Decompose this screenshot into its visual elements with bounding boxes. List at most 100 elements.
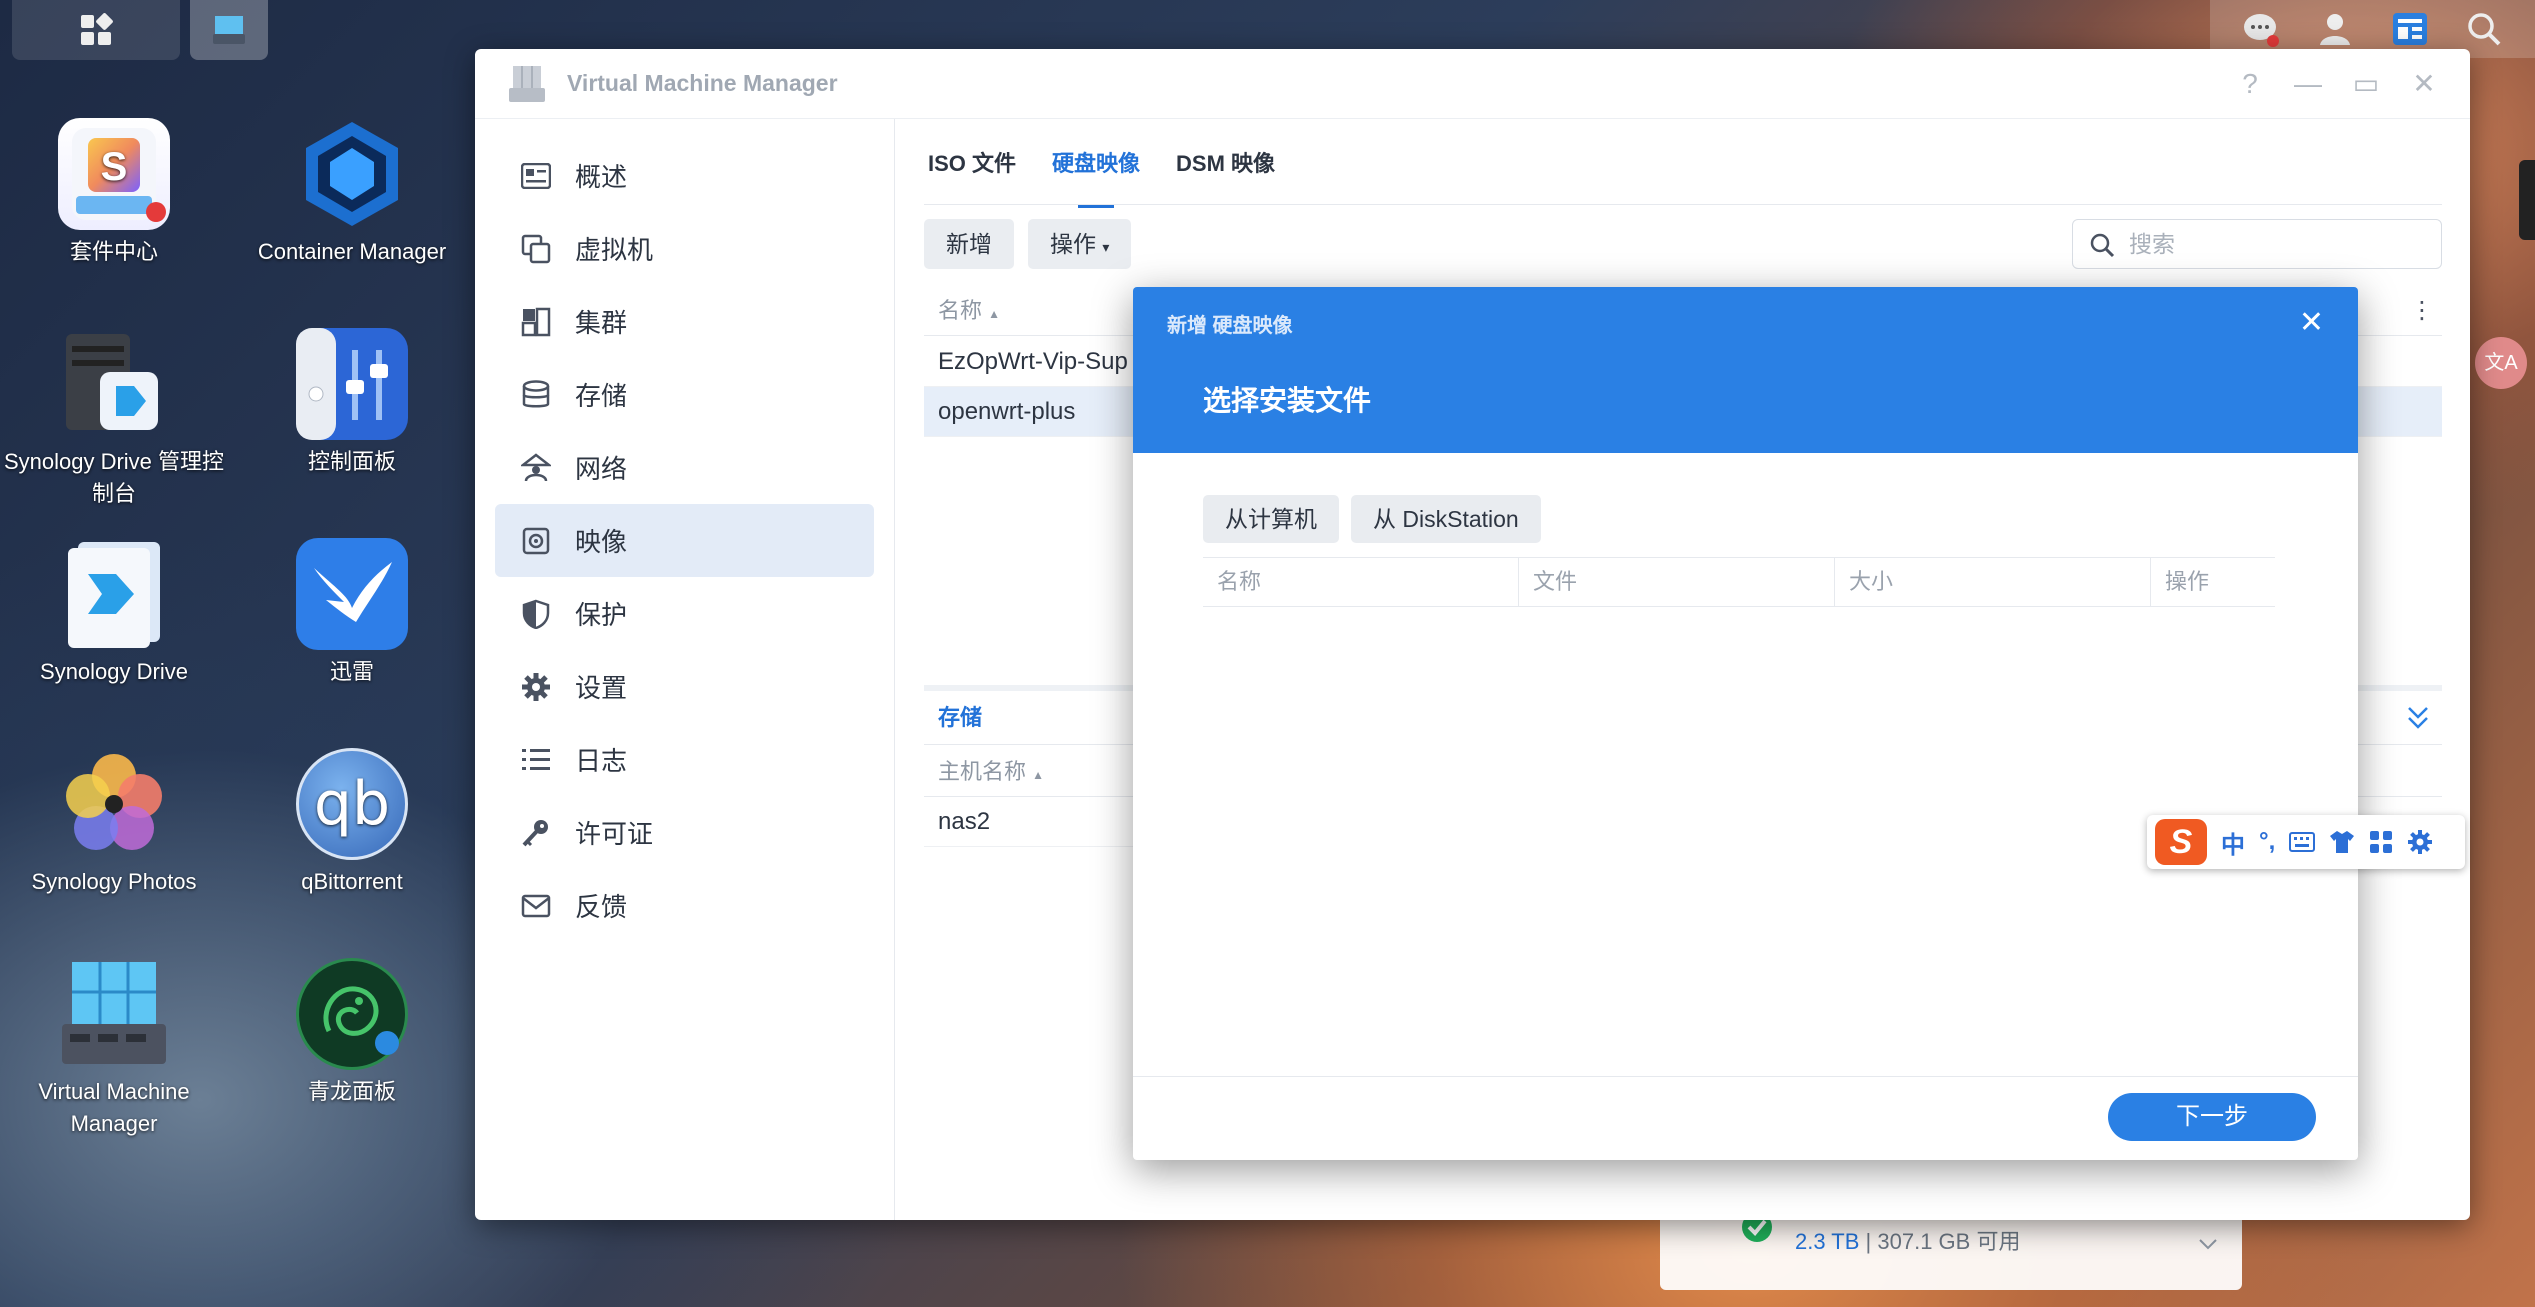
search-icon	[2090, 233, 2115, 258]
help-button[interactable]: ?	[2236, 69, 2264, 99]
sidebar-item-settings[interactable]: 设置	[495, 650, 874, 723]
tab-dsm-image[interactable]: DSM 映像	[1176, 146, 1275, 178]
column-action[interactable]: 操作	[2151, 558, 2275, 606]
dialog-close-button[interactable]: ✕	[2299, 305, 2324, 340]
column-name[interactable]: 名称	[938, 298, 982, 323]
maximize-button[interactable]: ▭	[2352, 69, 2380, 99]
side-panel-handle[interactable]	[2519, 160, 2535, 240]
sidebar-item-overview[interactable]: 概述	[495, 139, 874, 212]
taskbar-vmm-button[interactable]	[190, 0, 268, 60]
row-name: openwrt-plus	[938, 398, 1076, 425]
widgets-button[interactable]	[2390, 9, 2430, 49]
storage-free: 307.1 GB 可用	[1877, 1229, 2021, 1254]
skin-shirt-icon[interactable]	[2329, 830, 2355, 854]
column-size[interactable]: 大小	[1835, 558, 2151, 606]
package-center-icon: S	[58, 118, 170, 230]
toolbar: 新增 操作 ▾ 搜索	[924, 219, 2442, 271]
dialog-breadcrumb: 新增 硬盘映像	[1167, 315, 1293, 337]
next-button[interactable]: 下一步	[2108, 1093, 2316, 1141]
xunlei-bird-icon	[296, 538, 408, 650]
chevron-down-icon[interactable]	[2198, 1238, 2218, 1250]
search-button[interactable]	[2464, 9, 2504, 49]
desktop-icon-label: Virtual Machine Manager	[38, 1079, 190, 1136]
ime-toolbar[interactable]: S 中 °,	[2147, 815, 2465, 869]
from-diskstation-button[interactable]: 从 DiskStation	[1351, 495, 1541, 543]
close-button[interactable]: ✕	[2410, 69, 2438, 99]
translate-float-button[interactable]: 文A	[2475, 337, 2527, 389]
desktop-icon-qbittorrent[interactable]: qb qBittorrent	[232, 748, 472, 898]
sidebar-item-label: 反馈	[575, 892, 628, 922]
from-computer-button[interactable]: 从计算机	[1203, 495, 1339, 543]
double-chevron-down-icon[interactable]	[2406, 705, 2430, 731]
overview-icon	[519, 159, 553, 193]
vmm-logo-icon	[509, 65, 545, 102]
sidebar-item-license[interactable]: 许可证	[495, 796, 874, 869]
sidebar-item-log[interactable]: 日志	[495, 723, 874, 796]
sidebar-item-vm[interactable]: 虚拟机	[495, 212, 874, 285]
sidebar-item-label: 许可证	[575, 819, 654, 849]
gear-icon	[519, 670, 553, 704]
desktop-icon-label: 控制面板	[307, 449, 396, 474]
desktop-icon-label: 套件中心	[69, 239, 158, 264]
column-file[interactable]: 文件	[1519, 558, 1835, 606]
window-controls: ? — ▭ ✕	[2236, 69, 2438, 99]
storage-section-title[interactable]: 存储	[938, 705, 982, 730]
desktop-icon-drive-admin[interactable]: Synology Drive 管理控制台	[0, 328, 234, 510]
action-dropdown[interactable]: 操作 ▾	[1028, 219, 1132, 269]
ime-lang-toggle[interactable]: 中	[2221, 825, 2245, 860]
sidebar-item-label: 设置	[575, 673, 628, 703]
search-input[interactable]: 搜索	[2072, 219, 2442, 269]
desktop-icon-label: Container Manager	[257, 239, 447, 264]
row-name: EzOpWrt-Vip-Sup	[938, 348, 1128, 375]
tab-disk-image[interactable]: 硬盘映像	[1052, 146, 1140, 208]
desktop-icon-label: Synology Drive	[40, 659, 188, 684]
image-icon	[519, 524, 553, 558]
desktop-icon-container-manager[interactable]: Container Manager	[232, 118, 472, 268]
file-table-header: 名称 文件 大小 操作	[1203, 557, 2275, 607]
taskbar-left	[12, 0, 268, 60]
more-options-icon[interactable]: ⋮	[2410, 286, 2434, 336]
desktop-icon-vmm[interactable]: Virtual Machine Manager	[0, 958, 234, 1140]
sidebar-item-protection[interactable]: 保护	[495, 577, 874, 650]
toolbox-grid-icon[interactable]	[2369, 830, 2393, 854]
vmm-icon	[58, 958, 170, 1070]
column-name[interactable]: 名称	[1203, 558, 1519, 606]
tab-iso[interactable]: ISO 文件	[928, 146, 1016, 178]
storage-used: 2.3 TB	[1795, 1229, 1860, 1254]
row-host: nas2	[938, 808, 991, 835]
sidebar-item-label: 保护	[575, 600, 628, 630]
sidebar-item-label: 集群	[575, 308, 628, 338]
sidebar-item-network[interactable]: 网络	[495, 431, 874, 504]
sogou-logo-icon: S	[2155, 819, 2207, 865]
notification-button[interactable]	[2241, 9, 2281, 49]
user-button[interactable]	[2315, 9, 2355, 49]
drive-admin-console-icon	[58, 328, 170, 440]
window-titlebar[interactable]: Virtual Machine Manager ? — ▭ ✕	[475, 49, 2470, 119]
tab-bar: ISO 文件 硬盘映像 DSM 映像	[924, 119, 2442, 208]
add-button[interactable]: 新增	[924, 219, 1014, 269]
desktop-icon-synology-drive[interactable]: Synology Drive	[0, 538, 234, 688]
minimize-button[interactable]: —	[2294, 69, 2322, 99]
widgets-icon	[2392, 13, 2427, 45]
desktop-icon-label: qBittorrent	[301, 869, 403, 894]
desktop-icon-synology-photos[interactable]: Synology Photos	[0, 748, 234, 898]
desktop-icon-label: 青龙面板	[307, 1079, 396, 1104]
sort-asc-icon: ▲	[988, 307, 1001, 321]
sort-asc-icon: ▲	[1032, 768, 1045, 782]
desktop-icon-xunlei[interactable]: 迅雷	[232, 538, 472, 688]
desktop-icon-qinglong[interactable]: 青龙面板	[232, 958, 472, 1108]
sidebar-item-label: 虚拟机	[575, 235, 654, 265]
sidebar-item-cluster[interactable]: 集群	[495, 285, 874, 358]
sidebar-item-image[interactable]: 映像	[495, 504, 874, 577]
column-host[interactable]: 主机名称	[938, 759, 1026, 784]
desktop-icon-control-panel[interactable]: 控制面板	[232, 328, 472, 478]
desktop-icon-package-center[interactable]: S 套件中心	[0, 118, 234, 268]
mail-icon	[519, 889, 553, 923]
sidebar-item-storage[interactable]: 存储	[495, 358, 874, 431]
sidebar-item-feedback[interactable]: 反馈	[495, 869, 874, 942]
ime-punct-toggle[interactable]: °,	[2259, 828, 2275, 856]
keyboard-icon[interactable]	[2289, 832, 2316, 852]
synology-photos-icon	[58, 748, 170, 860]
ime-settings-icon[interactable]	[2407, 829, 2433, 855]
main-menu-button[interactable]	[12, 0, 180, 60]
